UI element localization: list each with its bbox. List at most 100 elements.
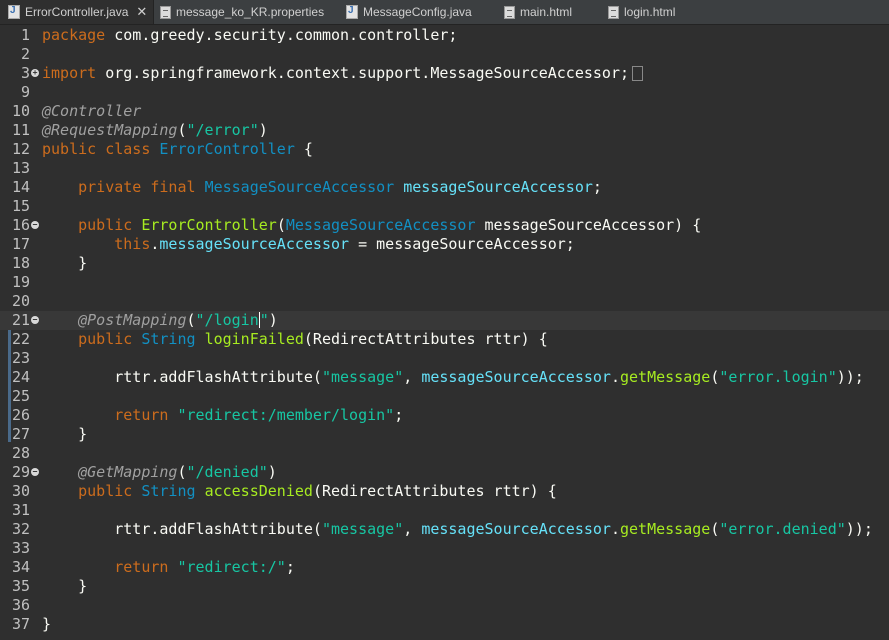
line-number: 25 bbox=[11, 387, 30, 405]
document-icon bbox=[160, 5, 171, 19]
code-line[interactable]: 31 bbox=[0, 501, 889, 520]
java-icon bbox=[8, 5, 20, 19]
line-number: 35 bbox=[11, 577, 30, 595]
code-line[interactable]: 18 } bbox=[0, 254, 889, 273]
code-text: import org.springframework.context.suppo… bbox=[42, 64, 644, 83]
code-line[interactable]: 20 bbox=[0, 292, 889, 311]
line-number: 23 bbox=[11, 349, 30, 367]
code-line[interactable]: 26 return "redirect:/member/login"; bbox=[0, 406, 889, 425]
collapse-fold-icon[interactable]: − bbox=[31, 468, 39, 476]
code-line[interactable]: 30 public String accessDenied(RedirectAt… bbox=[0, 482, 889, 501]
code-line[interactable]: 35 } bbox=[0, 577, 889, 596]
code-text: } bbox=[42, 425, 88, 443]
line-number: 36 bbox=[11, 596, 30, 614]
tab-label: MessageConfig.java bbox=[363, 5, 472, 19]
code-text: this.messageSourceAccessor = messageSour… bbox=[114, 235, 575, 253]
expand-fold-icon[interactable]: + bbox=[31, 69, 39, 77]
code-text: public class ErrorController { bbox=[42, 140, 313, 158]
code-line[interactable]: 2 bbox=[0, 45, 889, 64]
code-text: } bbox=[42, 254, 88, 272]
line-number: 27 bbox=[11, 425, 30, 443]
line-number: 21 bbox=[11, 311, 30, 329]
tab-label: main.html bbox=[520, 5, 573, 19]
code-text: } bbox=[42, 615, 52, 633]
line-number: 10 bbox=[11, 102, 30, 120]
code-line[interactable]: 13 bbox=[0, 159, 889, 178]
line-number: 11 bbox=[11, 121, 30, 139]
code-line[interactable]: 3 + import org.springframework.context.sup… bbox=[0, 64, 889, 83]
code-text: public String loginFailed(RedirectAttrib… bbox=[78, 330, 548, 348]
line-number: 20 bbox=[11, 292, 30, 310]
tab-errorcontroller-java[interactable]: ErrorController.java ✕ bbox=[0, 0, 155, 24]
line-number: 29 bbox=[11, 463, 30, 481]
line-number: 22 bbox=[11, 330, 30, 348]
line-number: 18 bbox=[11, 254, 30, 272]
line-number: 28 bbox=[11, 444, 30, 462]
code-line[interactable]: 23 bbox=[0, 349, 889, 368]
tab-label: login.html bbox=[624, 5, 676, 19]
code-line[interactable]: 24 rttr.addFlashAttribute("message", mes… bbox=[0, 368, 889, 387]
line-number: 37 bbox=[11, 615, 30, 633]
collapse-fold-icon[interactable]: − bbox=[31, 316, 39, 324]
code-line[interactable]: 37} bbox=[0, 615, 889, 634]
close-icon[interactable]: ✕ bbox=[136, 4, 147, 20]
collapsed-block-icon[interactable] bbox=[632, 66, 644, 81]
code-text: @GetMapping("/denied") bbox=[78, 463, 277, 481]
code-line[interactable]: 32 rttr.addFlashAttribute("message", mes… bbox=[0, 520, 889, 539]
code-text: @RequestMapping("/error") bbox=[42, 121, 268, 139]
code-line[interactable]: 28 bbox=[0, 444, 889, 463]
code-line[interactable]: 14 private final MessageSourceAccessor m… bbox=[0, 178, 889, 197]
line-number: 2 bbox=[20, 45, 30, 63]
code-line[interactable]: 29− @GetMapping("/denied") bbox=[0, 463, 889, 482]
code-line[interactable]: 9 bbox=[0, 83, 889, 102]
editor-tab-bar: ErrorController.java ✕ message_ko_KR.prope… bbox=[0, 0, 889, 25]
tab-label: ErrorController.java bbox=[25, 5, 129, 19]
code-text: rttr.addFlashAttribute("message", messag… bbox=[42, 520, 873, 538]
code-line[interactable]: 25 bbox=[0, 387, 889, 406]
code-line[interactable]: 16− public ErrorController(MessageSource… bbox=[0, 216, 889, 235]
line-number: 3 bbox=[20, 64, 30, 82]
tab-message-ko-kr-properties[interactable]: message_ko_KR.properties bbox=[160, 0, 324, 24]
code-text: rttr.addFlashAttribute("message", messag… bbox=[42, 368, 864, 386]
line-number: 12 bbox=[11, 140, 30, 158]
code-line[interactable]: 27 } bbox=[0, 425, 889, 444]
code-line[interactable]: 36 bbox=[0, 596, 889, 615]
tab-messageconfig-java[interactable]: MessageConfig.java bbox=[346, 0, 472, 24]
code-text: private final MessageSourceAccessor mess… bbox=[78, 178, 602, 196]
code-line[interactable]: 17 this.messageSourceAccessor = messageS… bbox=[0, 235, 889, 254]
line-number: 15 bbox=[11, 197, 30, 215]
line-number: 1 bbox=[20, 26, 30, 44]
line-number: 34 bbox=[11, 558, 30, 576]
document-icon bbox=[608, 5, 619, 19]
code-line[interactable]: 12 public class ErrorController { bbox=[0, 140, 889, 159]
code-line[interactable]: 10 @Controller bbox=[0, 102, 889, 121]
line-number: 24 bbox=[11, 368, 30, 386]
code-line[interactable]: 1 package com.greedy.security.common.cont… bbox=[0, 26, 889, 45]
line-number: 33 bbox=[11, 539, 30, 557]
line-number: 13 bbox=[11, 159, 30, 177]
collapse-fold-icon[interactable]: − bbox=[31, 221, 39, 229]
tab-login-html[interactable]: login.html bbox=[608, 0, 675, 24]
code-text: public String accessDenied(RedirectAttri… bbox=[78, 482, 557, 500]
line-number: 16 bbox=[11, 216, 30, 234]
code-line[interactable]: 22 public String loginFailed(RedirectAtt… bbox=[0, 330, 889, 349]
code-line[interactable]: 15 bbox=[0, 197, 889, 216]
line-number: 9 bbox=[20, 83, 30, 101]
code-line[interactable]: 21− @PostMapping("/login") bbox=[0, 311, 889, 330]
code-line[interactable]: 34 return "redirect:/"; bbox=[0, 558, 889, 577]
line-number: 26 bbox=[11, 406, 30, 424]
code-text: package com.greedy.security.common.contr… bbox=[42, 26, 458, 44]
code-line[interactable]: 11 @RequestMapping("/error") bbox=[0, 121, 889, 140]
tab-main-html[interactable]: main.html bbox=[504, 0, 572, 24]
code-text: public ErrorController(MessageSourceAcce… bbox=[78, 216, 702, 234]
code-line[interactable]: 19 bbox=[0, 273, 889, 292]
code-line[interactable]: 33 bbox=[0, 539, 889, 558]
code-text: return "redirect:/"; bbox=[114, 558, 295, 576]
tab-label: message_ko_KR.properties bbox=[176, 5, 325, 19]
code-editor[interactable]: 1 package com.greedy.security.common.cont… bbox=[0, 25, 889, 640]
java-icon bbox=[346, 5, 358, 19]
line-number: 31 bbox=[11, 501, 30, 519]
line-number: 14 bbox=[11, 178, 30, 196]
code-text: @Controller bbox=[42, 102, 142, 120]
code-text: } bbox=[42, 577, 88, 595]
